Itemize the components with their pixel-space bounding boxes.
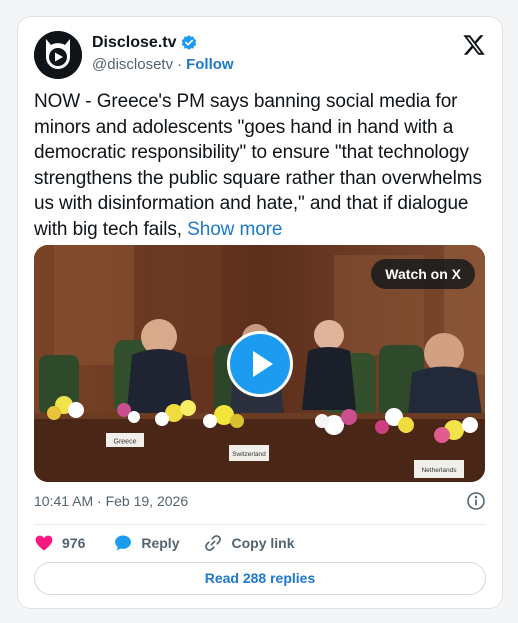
- like-button[interactable]: 976: [34, 533, 85, 553]
- heart-icon: [35, 535, 53, 551]
- handle-row: @disclosetv · Follow: [92, 56, 234, 73]
- show-more-link[interactable]: Show more: [187, 219, 282, 240]
- video-media[interactable]: Greece Switzerland Netherlands Watch on …: [34, 245, 485, 482]
- reply-button[interactable]: Reply: [113, 533, 179, 553]
- follow-button[interactable]: Follow: [186, 56, 234, 73]
- tweet-body: NOW - Greece's PM says banning social me…: [34, 91, 482, 240]
- author-avatar[interactable]: [34, 31, 82, 79]
- nameplate-netherlands-text: Netherlands: [421, 467, 457, 474]
- separator-dot: ·: [177, 56, 183, 73]
- speech-bubble-icon: [115, 535, 132, 551]
- watch-on-x-button[interactable]: Watch on X: [371, 259, 475, 289]
- nameplate-greece-text: Greece: [114, 439, 137, 446]
- tweet-timestamp[interactable]: 10:41 AM · Feb 19, 2026: [34, 493, 188, 509]
- action-bar: 976 Reply Copy link: [34, 531, 295, 555]
- tweet-card: Disclose.tv @disclosetv · Follow NOW - G…: [17, 16, 503, 609]
- like-count: 976: [62, 535, 86, 551]
- display-name-row: Disclose.tv: [92, 33, 234, 53]
- author-display-name[interactable]: Disclose.tv: [92, 34, 176, 52]
- info-icon[interactable]: [466, 491, 486, 511]
- play-icon: [253, 351, 273, 377]
- copy-link-button[interactable]: Copy link: [203, 533, 295, 553]
- verified-badge-icon: [182, 35, 197, 50]
- x-logo-icon[interactable]: [462, 33, 486, 57]
- nameplate-switzerland-text: Switzerland: [232, 451, 266, 458]
- copy-link-label: Copy link: [231, 535, 295, 551]
- disclose-logo-icon: [34, 31, 82, 79]
- tweet-meta: 10:41 AM · Feb 19, 2026: [34, 491, 486, 511]
- play-button[interactable]: [227, 331, 293, 397]
- tweet-header: Disclose.tv @disclosetv · Follow: [34, 31, 488, 79]
- author-handle[interactable]: @disclosetv: [92, 56, 173, 73]
- author-info: Disclose.tv @disclosetv · Follow: [92, 33, 234, 73]
- reply-label: Reply: [141, 535, 180, 551]
- tweet-text: NOW - Greece's PM says banning social me…: [34, 89, 492, 242]
- link-icon: [205, 535, 222, 551]
- read-replies-button[interactable]: Read 288 replies: [34, 562, 486, 595]
- divider: [34, 524, 486, 525]
